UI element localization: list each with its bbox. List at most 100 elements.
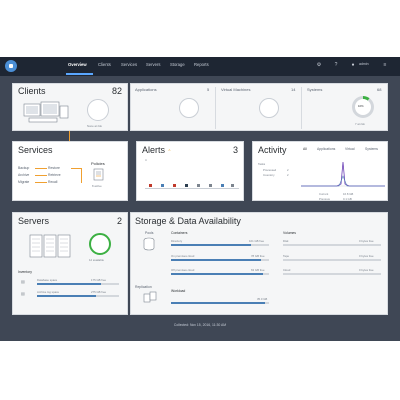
nav-clients[interactable]: Clients — [98, 62, 111, 67]
replication-icon — [143, 291, 157, 303]
volume-tape-value: 0 bytes free — [359, 254, 374, 258]
replication-label: Replication — [135, 285, 152, 289]
settings-icon[interactable]: ⚙ — [316, 62, 322, 68]
archive-log-icon: ▤ — [21, 291, 25, 296]
container-offprem-fill — [171, 273, 264, 275]
nav-servers[interactable]: Servers — [146, 62, 160, 67]
container-offprem-value: 63 GB free — [251, 268, 265, 272]
storage-title: Storage & Data Availability — [135, 216, 241, 226]
server-rack-illustration — [29, 234, 71, 258]
servers-title: Servers — [18, 216, 50, 226]
clients-count: 82 — [111, 86, 122, 96]
activity-current-value: 16.8 GB — [343, 192, 354, 196]
services-title: Services — [18, 145, 53, 155]
pool-cylinder-icon — [143, 237, 155, 251]
collected-timestamp: Collected: Nov 15, 2016, 11:30 AM — [173, 323, 227, 327]
alerts-title: Alerts — [142, 145, 166, 155]
pools-label: Pools — [145, 231, 154, 235]
container-offprem-label: Off premises cloud — [171, 268, 195, 272]
service-migrate: Migrate — [18, 180, 30, 184]
nav-reports[interactable]: Reports — [194, 62, 209, 67]
user-icon[interactable]: ● — [350, 62, 356, 68]
activity-tab-systems[interactable]: Systems — [365, 147, 378, 151]
volume-disk-bar — [283, 244, 381, 246]
activity-legend-inventory-value: 2 — [287, 173, 289, 177]
policies-label: Policies — [91, 161, 105, 166]
servers-card[interactable]: Servers 2 12 available Inventory ▤ Datab… — [12, 212, 128, 315]
archive-log-value: 275 GB free — [91, 290, 107, 294]
menu-icon[interactable]: ≡ — [382, 62, 388, 68]
virtual-machines-count: 14 — [291, 87, 296, 92]
applications-count: 5 — [207, 87, 210, 92]
workload-fill — [171, 302, 266, 304]
clients-card[interactable]: Clients 82 None at risk — [12, 83, 128, 131]
divider — [215, 87, 216, 129]
activity-legend-tasks: Tasks — [258, 162, 266, 166]
alerts-axis-max: 4 — [145, 158, 147, 162]
services-card[interactable]: Services Backup Restore Archive Retrieve… — [12, 141, 128, 201]
volumes-label: Volumes — [283, 231, 297, 235]
clients-title: Clients — [18, 86, 46, 96]
volume-cloud-bar — [283, 273, 381, 275]
app-logo-icon[interactable] — [5, 60, 17, 72]
service-backup: Backup — [18, 166, 30, 170]
client-types-card[interactable]: Applications 5 Virtual Machines 14 Syste… — [130, 83, 388, 131]
alerts-count: 3 — [232, 145, 238, 155]
activity-card[interactable]: Activity All Applications Virtual System… — [252, 141, 388, 201]
servers-available-label: 12 available — [89, 258, 104, 262]
service-recall: Recall — [48, 180, 58, 184]
activity-current-label: Current — [319, 192, 329, 196]
activity-previous-label: Previous — [319, 197, 330, 201]
dashboard-frame: Overview Clients Services Servers Storag… — [0, 57, 400, 341]
activity-legend-inventory: Inventory — [263, 173, 275, 177]
nav-storage[interactable]: Storage — [170, 62, 185, 67]
database-space-label: Database space — [37, 278, 58, 282]
servers-count: 2 — [116, 216, 122, 226]
systems-label: Systems — [307, 87, 323, 92]
policies-count: 8 active — [92, 184, 102, 188]
database-space-bar — [37, 283, 119, 285]
applications-circle — [179, 98, 199, 118]
service-archive: Archive — [18, 173, 30, 177]
systems-percent: 10% — [358, 104, 364, 108]
activity-tab-all[interactable]: All — [303, 147, 307, 151]
activity-legend-processed-value: 2 — [287, 168, 289, 172]
archive-log-bar — [37, 295, 119, 297]
user-name[interactable]: admin — [359, 62, 369, 66]
servers-available-donut — [89, 233, 111, 255]
systems-risk-label: 7 at risk — [355, 122, 365, 126]
volume-disk-value: 0 bytes free — [359, 239, 374, 243]
container-onprem-label: On premises cloud — [171, 254, 195, 258]
workload-value: 35.0 GB — [257, 297, 268, 301]
clients-risk-label: None at risk — [87, 124, 102, 128]
container-offprem-bar — [171, 273, 269, 275]
activity-title: Activity — [258, 145, 287, 155]
nav-overview[interactable]: Overview — [68, 62, 87, 67]
volume-cloud-label: Cloud — [283, 268, 291, 272]
container-onprem-value: 78 GB free — [251, 254, 265, 258]
connector-line — [69, 131, 70, 141]
warning-icon: ⚠ — [168, 148, 171, 152]
storage-card[interactable]: Storage & Data Availability Pools Contai… — [130, 212, 388, 315]
container-directory-label: Directory — [171, 239, 183, 243]
alerts-card[interactable]: Alerts ⚠ 3 4 — [136, 141, 244, 201]
systems-count: 68 — [377, 87, 382, 92]
nav-services[interactable]: Services — [121, 62, 137, 67]
database-icon: ▤ — [21, 279, 25, 284]
container-onprem-bar — [171, 259, 269, 261]
workload-bar — [171, 302, 269, 304]
container-onprem-fill — [171, 259, 262, 261]
volume-cloud-value: 0 bytes free — [359, 268, 374, 272]
activity-previous-value: 0.1 GB — [343, 197, 352, 201]
systems-donut-chart: 10% — [352, 96, 374, 118]
archive-log-label: Archive log space — [37, 290, 60, 294]
container-directory-bar — [171, 244, 269, 246]
applications-label: Applications — [135, 87, 157, 92]
activity-tab-virtual[interactable]: Virtual — [345, 147, 355, 151]
container-directory-value: 101 GB free — [249, 239, 265, 243]
volume-tape-bar — [283, 259, 381, 261]
help-icon[interactable]: ? — [333, 62, 339, 68]
workload-label: Workload — [171, 289, 186, 293]
activity-tab-applications[interactable]: Applications — [317, 147, 335, 151]
volume-tape-label: Tape — [283, 254, 290, 258]
